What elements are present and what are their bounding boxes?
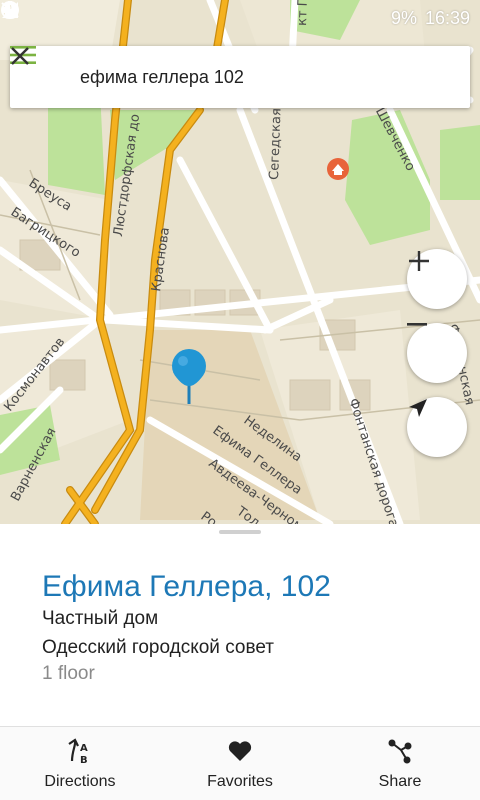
status-bar: 9% 16:39 [0, 0, 480, 36]
svg-text:B: B [80, 755, 88, 765]
clear-search-button[interactable] [11, 46, 470, 108]
share-button[interactable]: Share [320, 727, 480, 800]
street-label-segedskaya: Сегедская [267, 108, 284, 180]
place-floors: 1 floor [42, 663, 95, 684]
map-view[interactable]: Бреуса Багрицкого Люстдорфская до Красно… [0, 0, 480, 524]
directions-label: Directions [44, 772, 116, 790]
place-type: Частный дом [42, 608, 159, 629]
screen: Бреуса Багрицкого Люстдорфская до Красно… [0, 0, 480, 800]
directions-button[interactable]: A B Directions [0, 727, 160, 800]
place-title: Ефима Геллера, 102 [42, 570, 331, 603]
zoom-in-button[interactable] [407, 249, 467, 309]
battery-charging-icon [5, 1, 15, 19]
favorites-button[interactable]: Favorites [160, 727, 320, 800]
search-input[interactable]: ефима геллера 102 [80, 67, 400, 88]
place-council: Одесский городской совет [42, 637, 274, 658]
minus-icon [407, 323, 427, 326]
heart-icon [226, 737, 254, 765]
close-icon [11, 47, 29, 65]
share-icon [386, 737, 414, 765]
place-details-sheet: Ефима Геллера, 102 Частный дом Одесский … [0, 524, 480, 726]
navigation-arrow-icon [409, 399, 427, 417]
zoom-out-button[interactable] [407, 323, 467, 383]
sheet-grabber-handle[interactable] [219, 530, 261, 534]
battery-percent: 9% [390, 7, 417, 28]
clock: 16:39 [424, 7, 470, 28]
bottom-action-bar: A B Directions Favorites Share [0, 726, 480, 800]
search-bar: ефима геллера 102 [10, 46, 470, 108]
my-location-button[interactable] [407, 397, 467, 457]
svg-text:A: A [80, 743, 88, 754]
favorites-label: Favorites [207, 772, 273, 790]
home-poi-icon[interactable] [327, 158, 349, 180]
directions-icon: A B [66, 737, 94, 765]
plus-icon [409, 251, 429, 271]
share-label: Share [378, 772, 422, 790]
